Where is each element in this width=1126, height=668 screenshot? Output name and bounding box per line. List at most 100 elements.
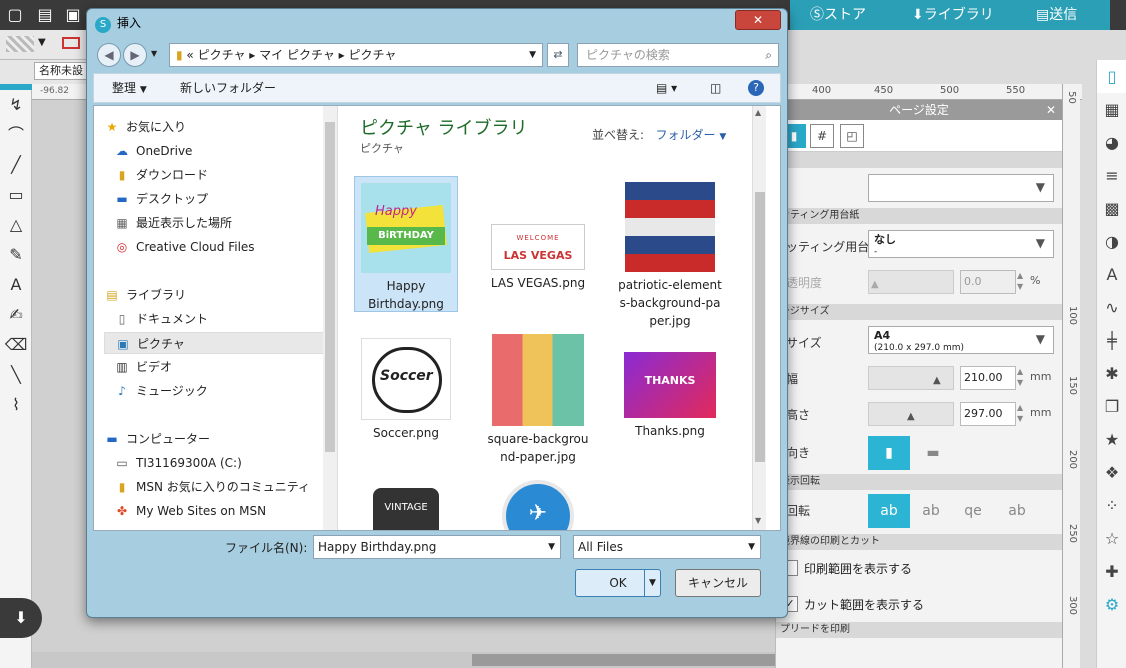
shadow-icon[interactable]: ◑ (1097, 225, 1126, 258)
file-item[interactable]: Happy BiRTHDAY Happy Birthday.png (354, 176, 458, 312)
nav-store[interactable]: Ⓢ ストア (790, 0, 900, 30)
help-icon[interactable]: ? (748, 80, 764, 96)
rotate-180-button[interactable]: qe (952, 494, 994, 528)
nav-desktop[interactable]: ▬ デスクトップ (104, 188, 330, 210)
preview-pane-icon[interactable]: ◫ (710, 74, 721, 102)
breadcrumb-item[interactable]: ピクチャ (198, 48, 246, 62)
slider-handle-icon[interactable]: ▲ (933, 375, 941, 386)
puzzle-icon[interactable]: ✚ (1097, 555, 1126, 588)
breadcrumb-overflow[interactable]: « (186, 48, 193, 62)
close-icon[interactable]: ✕ (1046, 100, 1056, 120)
height-slider[interactable]: ▲ (868, 402, 954, 426)
line-tool-icon[interactable]: ╱ (0, 150, 32, 180)
nav-msn-favorites[interactable]: ▮ MSN お気に入りのコミュニティ (104, 476, 330, 498)
scroll-up-icon[interactable]: ▲ (755, 108, 761, 117)
nav-recent[interactable]: ▦ 最近表示した場所 (104, 212, 330, 234)
dots-icon[interactable]: ⁘ (1097, 489, 1126, 522)
nav-msn-websites[interactable]: ✤ My Web Sites on MSN (104, 500, 330, 522)
nav-libraries[interactable]: ▤ ライブラリ (104, 284, 330, 306)
history-dropdown-icon[interactable]: ▼ (151, 49, 157, 58)
forward-icon[interactable]: ▶ (123, 43, 147, 67)
tab-frame-icon[interactable]: ◰ (840, 124, 864, 148)
nav-creative-cloud[interactable]: ◎ Creative Cloud Files (104, 236, 330, 258)
filetype-select[interactable]: All Files ▼ (573, 535, 761, 559)
size-select[interactable]: A4 (210.0 x 297.0 mm) ▼ (868, 326, 1054, 354)
portrait-icon[interactable]: ▮ (868, 436, 910, 470)
chevron-down-icon[interactable]: ▼ (644, 570, 660, 596)
breadcrumb[interactable]: ▮ « ピクチャ ▸ マイ ピクチャ ▸ ピクチャ ▼ (169, 43, 543, 67)
organize-button[interactable]: 整理 ▼ (112, 74, 147, 104)
line-style-icon[interactable]: ≡ (1097, 159, 1126, 192)
new-file-icon[interactable]: ▢ (4, 4, 26, 26)
favorite-icon[interactable]: ☆ (1097, 522, 1126, 555)
nav-library[interactable]: ⬇ ライブラリ (900, 0, 1010, 30)
new-folder-button[interactable]: 新しいフォルダー (180, 74, 276, 102)
chevron-down-icon[interactable]: ▼ (529, 44, 536, 66)
knife-tool-icon[interactable]: ╲ (0, 360, 32, 390)
nav-music[interactable]: ♪ ミュージック (104, 380, 330, 402)
scroll-thumb[interactable] (755, 192, 765, 462)
back-icon[interactable]: ◀ (97, 43, 121, 67)
chevron-down-icon[interactable]: ▼ (548, 536, 555, 558)
breadcrumb-item[interactable]: ピクチャ (349, 48, 397, 62)
tab-grid-icon[interactable]: # (810, 124, 834, 148)
scroll-thumb[interactable] (325, 122, 335, 452)
palette-icon[interactable]: ◕ (1097, 126, 1126, 159)
save-icon[interactable]: ▣ (62, 4, 84, 26)
machine-select[interactable]: ▼ (868, 174, 1054, 202)
landscape-icon[interactable]: ▬ (912, 436, 954, 470)
transparency-input[interactable]: 0.0 (960, 270, 1016, 294)
eyedropper-icon[interactable]: ⌇ (0, 390, 32, 420)
nav-computer[interactable]: ▬ コンピューター (104, 428, 330, 450)
rotate-0-button[interactable]: ab (868, 494, 910, 528)
settings-icon[interactable]: ⚙ (1097, 588, 1126, 621)
offset-icon[interactable]: ❖ (1097, 456, 1126, 489)
cancel-button[interactable]: キャンセル (675, 569, 761, 597)
page-setup-icon[interactable]: ▯ (1097, 60, 1126, 93)
edit-points-icon[interactable]: ↯ (0, 90, 32, 120)
replicate-icon[interactable]: ❐ (1097, 390, 1126, 423)
nav-drive-c[interactable]: ▭ TI31169300A (C:) (104, 452, 330, 474)
fill-icon[interactable]: ▩ (1097, 192, 1126, 225)
file-item[interactable]: WELCOME LAS VEGAS LAS VEGAS.png (486, 218, 590, 338)
dialog-close-button[interactable]: ✕ (735, 10, 781, 30)
spinner-icon[interactable]: ▲ ▼ (1017, 270, 1023, 292)
polygon-tool-icon[interactable]: △ (0, 210, 32, 240)
text-style-icon[interactable]: A (1097, 258, 1126, 291)
nav-scrollbar[interactable] (323, 106, 337, 530)
rotate-90-button[interactable]: ab (910, 494, 952, 528)
eraser-tool-icon[interactable]: ⌫ (0, 330, 32, 360)
sketch-tool-icon[interactable]: ✍ (0, 300, 32, 330)
transparency-slider[interactable]: ▲ (868, 270, 954, 294)
file-item[interactable]: Soccer Soccer.png (354, 332, 458, 452)
nav-pictures[interactable]: ▣ ピクチャ (104, 332, 330, 354)
file-item[interactable]: THANKS Thanks.png (618, 346, 722, 446)
spinner-icon[interactable]: ▲ ▼ (1017, 402, 1023, 424)
width-input[interactable]: 210.00 (960, 366, 1016, 390)
rotate-270-button[interactable]: ab (996, 494, 1038, 528)
curve-tool-icon[interactable]: ⌒ (0, 120, 32, 150)
nav-onedrive[interactable]: ☁ OneDrive (104, 140, 330, 162)
text-tool-icon[interactable]: A (0, 270, 32, 300)
sort-value[interactable]: フォルダー (656, 128, 716, 142)
ok-button[interactable]: OK ▼ (575, 569, 661, 597)
line-color-icon[interactable] (62, 37, 80, 49)
document-tab[interactable]: 名称未設 (34, 62, 88, 80)
align-icon[interactable]: ╪ (1097, 324, 1126, 357)
height-input[interactable]: 297.00 (960, 402, 1016, 426)
slider-handle-icon[interactable]: ▲ (907, 411, 915, 422)
width-slider[interactable]: ▲ (868, 366, 954, 390)
rectangle-tool-icon[interactable]: ▭ (0, 180, 32, 210)
chevron-down-icon[interactable]: ▼ (38, 37, 46, 48)
nav-documents[interactable]: ▯ ドキュメント (104, 308, 330, 330)
pixscan-icon[interactable]: ▦ (1097, 93, 1126, 126)
filename-input[interactable]: Happy Birthday.png ▼ (313, 535, 561, 559)
star-icon[interactable]: ★ (1097, 423, 1126, 456)
pen-tool-icon[interactable]: ✎ (0, 240, 32, 270)
content-scrollbar[interactable]: ▲ ▼ (752, 106, 766, 530)
view-options-icon[interactable]: ▤ ▾ (656, 74, 677, 102)
nav-videos[interactable]: ▥ ビデオ (104, 356, 330, 378)
spinner-icon[interactable]: ▲ ▼ (1017, 366, 1023, 388)
refresh-icon[interactable]: ⇄ (547, 43, 569, 67)
trace-icon[interactable]: ∿ (1097, 291, 1126, 324)
